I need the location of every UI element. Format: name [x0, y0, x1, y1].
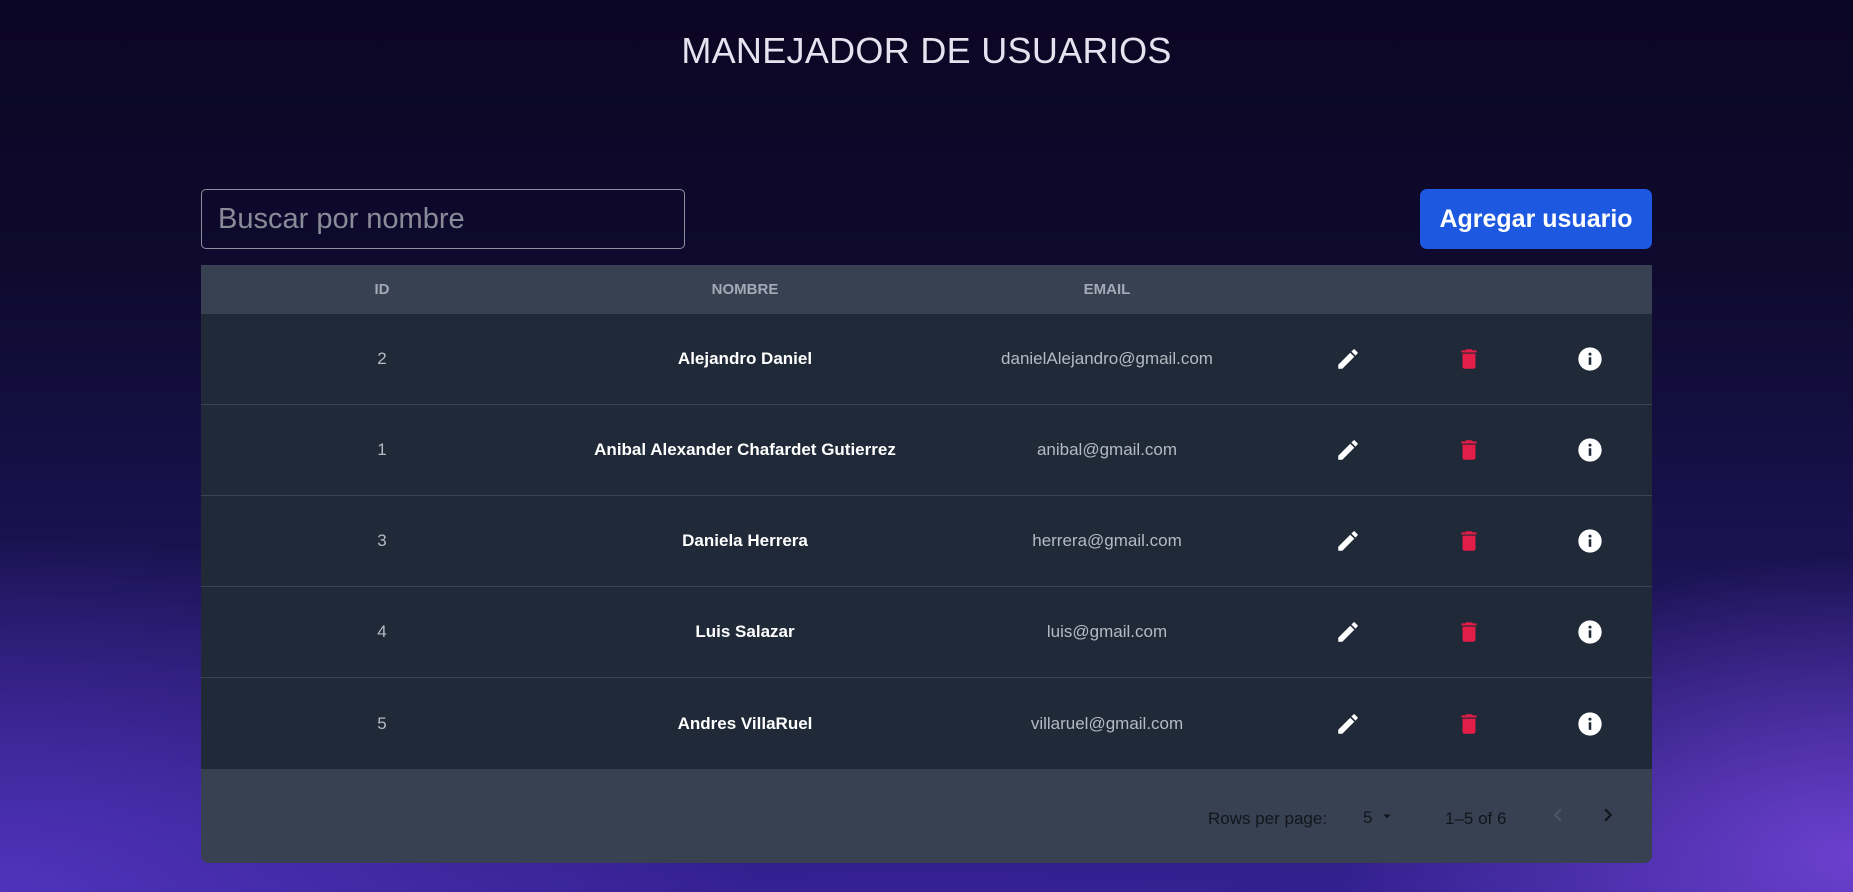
info-icon[interactable] [1570, 339, 1610, 379]
edit-icon[interactable] [1328, 704, 1368, 744]
delete-icon[interactable] [1449, 612, 1489, 652]
info-icon[interactable] [1570, 430, 1610, 470]
column-header-nombre[interactable]: NOMBRE [563, 281, 927, 298]
table-row: 4 Luis Salazar luis@gmail.com [201, 587, 1652, 678]
cell-email: villaruel@gmail.com [1030, 713, 1184, 733]
table-row: 2 Alejandro Daniel danielAlejandro@gmail… [201, 314, 1652, 405]
table-row: 1 Anibal Alexander Chafardet Gutierrez a… [201, 405, 1652, 496]
cell-nombre: Anibal Alexander Chafardet Gutierrez [594, 440, 896, 459]
info-icon[interactable] [1570, 521, 1610, 561]
edit-icon[interactable] [1328, 430, 1368, 470]
info-icon[interactable] [1570, 612, 1610, 652]
add-user-button[interactable]: Agregar usuario [1420, 189, 1652, 249]
cell-id: 1 [377, 440, 387, 459]
rows-per-page-label: Rows per page: [1208, 809, 1328, 828]
edit-icon[interactable] [1328, 521, 1368, 561]
cell-email: anibal@gmail.com [1036, 440, 1178, 459]
users-table: ID NOMBRE EMAIL 2 Alejandro Daniel danie… [201, 265, 1652, 863]
table-body: 2 Alejandro Daniel danielAlejandro@gmail… [201, 314, 1652, 769]
table-row: 5 Andres VillaRuel villaruel@gmail.com [201, 678, 1652, 769]
caret-down-icon[interactable] [1378, 807, 1396, 830]
cell-email: luis@gmail.com [1046, 622, 1168, 641]
column-header-id[interactable]: ID [201, 281, 563, 298]
cell-email: herrera@gmail.com [1032, 531, 1182, 550]
cell-nombre: Daniela Herrera [682, 531, 808, 550]
previous-page-button[interactable] [1541, 800, 1575, 834]
search-input[interactable] [201, 189, 685, 249]
cell-id: 3 [377, 531, 387, 550]
cell-nombre: Luis Salazar [695, 622, 795, 641]
cell-nombre: Alejandro Daniel [677, 349, 813, 368]
cell-nombre: Andres VillaRuel [677, 713, 813, 733]
cell-email: danielAlejandro@gmail.com [1001, 349, 1213, 368]
column-header-email[interactable]: EMAIL [927, 281, 1287, 298]
delete-icon[interactable] [1449, 704, 1489, 744]
chevron-right-icon[interactable] [1595, 802, 1621, 833]
table-row: 3 Daniela Herrera herrera@gmail.com [201, 496, 1652, 587]
rows-per-page-value[interactable]: 5 [1363, 808, 1372, 828]
edit-icon[interactable] [1328, 339, 1368, 379]
chevron-left-icon[interactable] [1545, 802, 1571, 833]
pagination-range: 1–5 of 6 [1445, 809, 1507, 828]
cell-id: 4 [377, 622, 387, 641]
table-header: ID NOMBRE EMAIL [201, 265, 1652, 314]
next-page-button[interactable] [1591, 800, 1625, 834]
cell-id: 2 [377, 349, 387, 368]
rows-per-page-select[interactable]: 5 [1363, 805, 1396, 831]
delete-icon[interactable] [1449, 430, 1489, 470]
edit-icon[interactable] [1328, 612, 1368, 652]
page-title: MANEJADOR DE USUARIOS [681, 30, 1172, 71]
info-icon[interactable] [1570, 704, 1610, 744]
cell-id: 5 [377, 713, 387, 733]
table-pagination: Rows per page: 5 1–5 of 6 [201, 769, 1652, 863]
delete-icon[interactable] [1449, 521, 1489, 561]
delete-icon[interactable] [1449, 339, 1489, 379]
